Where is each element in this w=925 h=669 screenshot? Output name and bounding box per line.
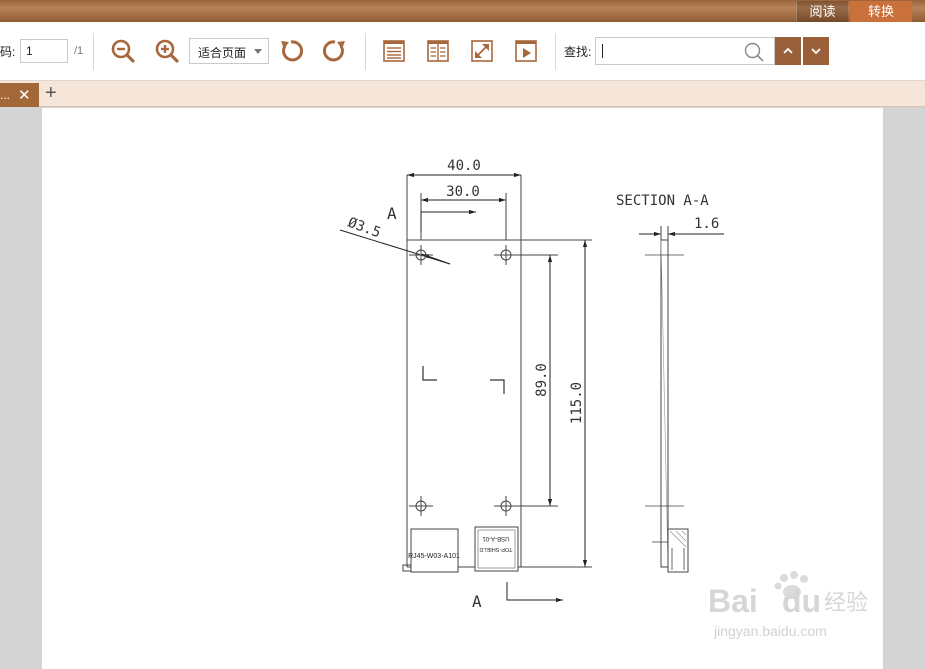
section-marker-top: A [387,204,476,232]
search-previous-button[interactable] [775,37,801,65]
section-marker-bottom-label: A [472,592,482,611]
rotate-left-button[interactable] [276,36,306,66]
zoom-in-icon [155,39,179,63]
search-input[interactable] [596,38,736,64]
toolbar-divider [555,33,556,70]
search-box [595,37,775,65]
usb-label-line1: USB-A-01 [482,535,510,541]
new-tab-button[interactable]: + [45,82,57,104]
dimension-height-89: 89.0 [506,254,558,507]
rotate-right-button[interactable] [320,36,350,66]
document-tab[interactable]: ... ✕ [0,83,39,107]
zoom-select-value: 适合页面 [198,46,247,60]
fullscreen-button[interactable] [467,36,497,66]
search-icon[interactable] [744,42,764,62]
zoom-select[interactable]: 适合页面 [189,38,269,64]
section-marker-top-label: A [387,204,397,223]
chevron-down-icon [254,49,262,54]
chevron-up-icon [783,47,793,54]
dimension-40-label: 40.0 [447,158,481,174]
page-number-input[interactable] [20,39,68,63]
rotate-right-icon [322,40,345,62]
watermark-url: jingyan.baidu.com [713,623,827,639]
zoom-out-icon [111,39,135,63]
section-title: SECTION A-A [616,193,709,209]
section-marker-bottom: A [472,582,563,611]
chevron-down-icon [811,48,821,55]
dimension-89-label: 89.0 [534,363,550,397]
toolbar-divider [365,33,366,70]
baidu-watermark: Bai du 经验 jingyan.baidu.com [708,570,888,650]
watermark-brand: Bai [708,583,758,619]
dimension-width-40: 40.0 [407,158,521,178]
tab-title: ... [0,88,11,102]
center-marks [422,366,505,394]
search-next-button[interactable] [803,37,829,65]
convert-mode-tab[interactable]: 转换 [850,1,912,22]
page-total-label: /1 [74,45,84,57]
single-page-icon [383,40,405,62]
close-icon[interactable]: ✕ [18,86,31,104]
dimension-height-115: 115.0 [521,239,592,568]
play-icon [515,40,537,62]
rotate-left-icon [281,40,304,62]
slideshow-button[interactable] [511,36,541,66]
toolbar-divider [93,33,94,70]
usb-connector: USB-A-01 TOP-SHIELD [474,526,519,572]
usb-label-line2: TOP-SHIELD [480,546,513,552]
toolbar: 码: /1 适合页面 [0,22,925,81]
search-label: 查找: [564,45,592,59]
baidu-logo: Bai du 经验 jingyan.baidu.com [708,571,868,639]
board-outline [406,175,522,568]
section-view: SECTION A-A 1.6 [616,193,724,573]
zoom-out-button[interactable] [108,36,138,66]
watermark-brand-suffix: 经验 [824,591,868,616]
page-number-label: 码: [0,45,16,59]
title-bar: 阅读 转换 [0,0,925,22]
read-mode-tab[interactable]: 阅读 [796,1,848,22]
rj45-connector: RJ45-W03-A101 [402,528,460,573]
tab-bar: ... ✕ + [0,81,925,107]
double-page-icon [427,40,449,62]
zoom-in-button[interactable] [152,36,182,66]
thickness-label: 1.6 [694,216,719,232]
fullscreen-icon [471,40,493,62]
dimension-115-label: 115.0 [569,382,585,424]
text-cursor [602,44,603,58]
rj45-label: RJ45-W03-A101 [408,553,460,560]
svg-text:du: du [782,583,821,619]
dimension-30-label: 30.0 [446,184,480,200]
double-page-view-button[interactable] [423,36,453,66]
single-page-view-button[interactable] [379,36,409,66]
